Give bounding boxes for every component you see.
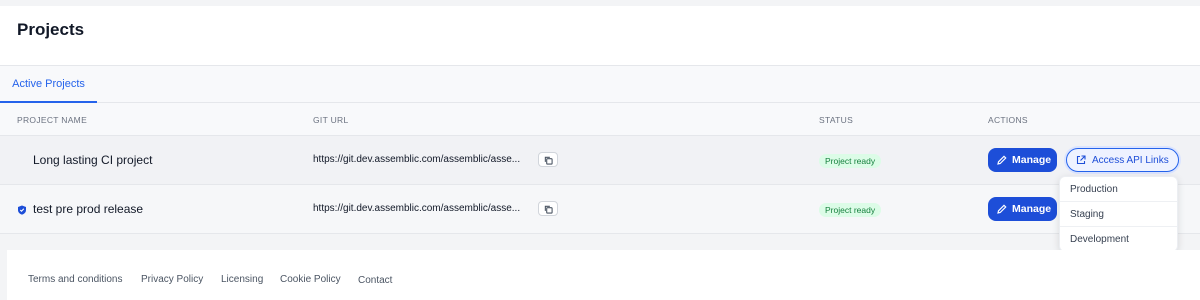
manage-button-label: Manage <box>1012 203 1052 215</box>
access-api-links-button[interactable]: Access API Links <box>1066 148 1179 172</box>
column-header-status: STATUS <box>819 115 854 125</box>
page-header: Projects <box>0 6 1200 66</box>
git-url: https://git.dev.assemblic.com/assemblic/… <box>313 154 521 165</box>
footer-link-terms[interactable]: Terms and conditions <box>28 274 123 285</box>
manage-button[interactable]: Manage <box>988 148 1057 172</box>
table-row: Long lasting CI project https://git.dev.… <box>0 136 1200 185</box>
copy-url-button[interactable] <box>538 201 558 216</box>
manage-button[interactable]: Manage <box>988 197 1057 221</box>
tab-bar: Active Projects <box>0 66 1200 103</box>
dropdown-item-production[interactable]: Production <box>1060 177 1177 202</box>
projects-table: PROJECT NAME GIT URL STATUS ACTIONS Long… <box>0 103 1200 234</box>
status-badge: Project ready <box>819 154 882 168</box>
tab-active-projects[interactable]: Active Projects <box>0 66 97 103</box>
pencil-icon <box>997 155 1007 165</box>
table-row: test pre prod release https://git.dev.as… <box>0 185 1200 234</box>
column-header-actions: ACTIONS <box>988 115 1028 125</box>
external-link-icon <box>1076 155 1086 165</box>
manage-button-label: Manage <box>1012 154 1052 166</box>
shield-icon <box>18 205 26 215</box>
footer-link-privacy[interactable]: Privacy Policy <box>141 274 203 285</box>
footer: Terms and conditions Privacy Policy Lice… <box>7 250 1200 300</box>
status-badge: Project ready <box>819 203 882 217</box>
git-url: https://git.dev.assemblic.com/assemblic/… <box>313 203 521 214</box>
footer-link-contact[interactable]: Contact <box>358 275 392 286</box>
copy-icon <box>544 156 553 165</box>
copy-icon <box>544 205 553 214</box>
dropdown-item-staging[interactable]: Staging <box>1060 202 1177 227</box>
column-header-project-name: PROJECT NAME <box>17 115 88 125</box>
footer-link-licensing[interactable]: Licensing <box>221 274 263 285</box>
access-api-links-label: Access API Links <box>1092 155 1169 166</box>
project-name: test pre prod release <box>33 202 144 216</box>
api-links-dropdown: Production Staging Development <box>1059 176 1178 252</box>
dropdown-item-development[interactable]: Development <box>1060 227 1177 252</box>
page-title: Projects <box>17 20 85 39</box>
footer-link-cookie-policy[interactable]: Cookie Policy <box>280 274 341 285</box>
table-header: PROJECT NAME GIT URL STATUS ACTIONS <box>0 103 1200 136</box>
column-header-git-url: GIT URL <box>313 115 349 125</box>
project-name: Long lasting CI project <box>33 153 153 167</box>
pencil-icon <box>997 204 1007 214</box>
copy-url-button[interactable] <box>538 152 558 167</box>
